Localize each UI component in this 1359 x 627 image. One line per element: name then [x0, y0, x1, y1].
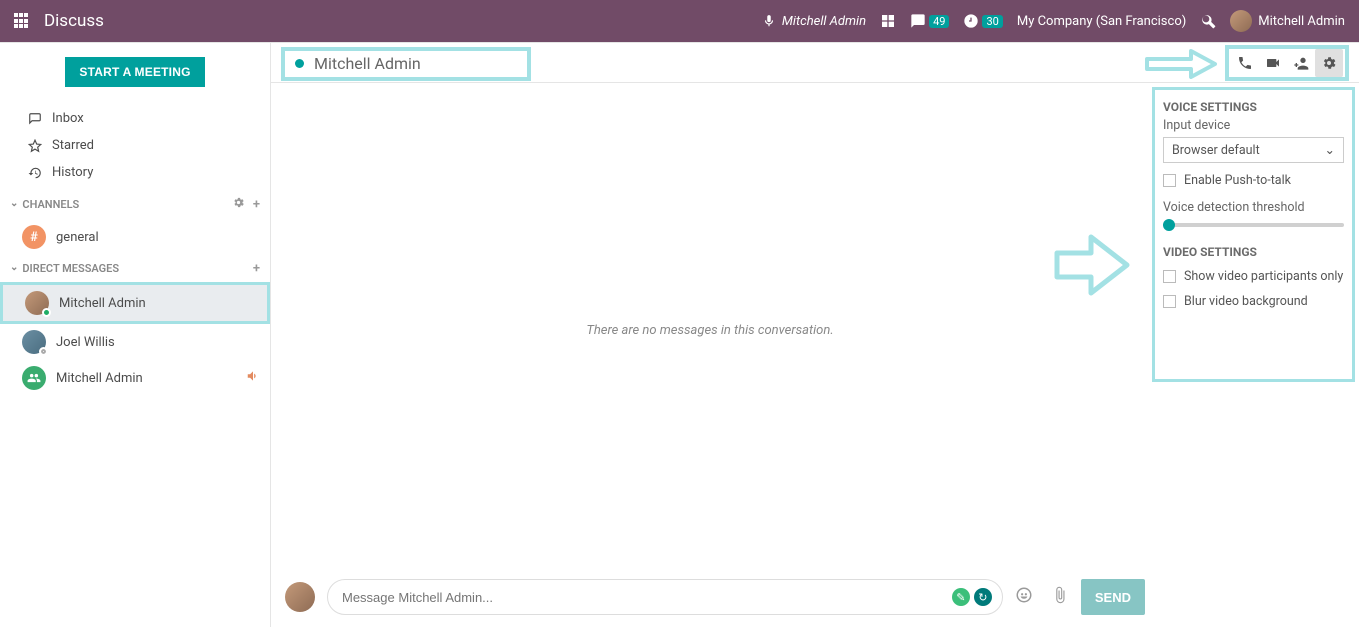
- star-icon: [28, 139, 42, 153]
- thread-body: There are no messages in this conversati…: [271, 83, 1359, 567]
- empty-conversation: There are no messages in this conversati…: [271, 323, 1149, 338]
- video-settings-header: VIDEO SETTINGS: [1163, 245, 1344, 259]
- chevron-down-icon: ⌄: [10, 262, 18, 273]
- page-title: Discuss: [44, 11, 104, 31]
- channel-general[interactable]: # general: [0, 219, 270, 255]
- nav-history[interactable]: History: [0, 159, 270, 186]
- avatar: [25, 291, 49, 315]
- avatar: [22, 330, 46, 354]
- attach-button[interactable]: [1051, 586, 1069, 608]
- history-icon: [28, 166, 42, 180]
- thread-actions: [1225, 45, 1349, 81]
- inbox-icon: [28, 112, 42, 126]
- company-switcher[interactable]: My Company (San Francisco): [1017, 14, 1186, 29]
- clock-badge: 30: [982, 15, 1002, 28]
- video-call-button[interactable]: [1259, 49, 1287, 77]
- clock-indicator[interactable]: 30: [963, 13, 1002, 29]
- nav-list: Inbox Starred History: [0, 101, 270, 190]
- chat-badge: 49: [929, 15, 949, 28]
- dm-header[interactable]: ⌄ DIRECT MESSAGES +: [0, 255, 270, 282]
- message-input[interactable]: [342, 580, 942, 614]
- grid-icon[interactable]: [880, 13, 896, 29]
- threshold-slider[interactable]: [1163, 223, 1344, 227]
- speaker-icon[interactable]: [246, 369, 260, 387]
- mic-user[interactable]: Mitchell Admin: [762, 14, 866, 29]
- thread-title: Mitchell Admin: [314, 54, 421, 73]
- dm-item-joel[interactable]: Joel Willis: [0, 324, 270, 360]
- thread-header: Mitchell Admin: [271, 43, 1359, 83]
- chevron-down-icon: ⌄: [10, 198, 18, 209]
- arrow-annotation: [1145, 49, 1219, 83]
- composer: ✎ ↻ SEND: [271, 567, 1359, 627]
- user-menu[interactable]: Mitchell Admin: [1230, 10, 1345, 32]
- thread-title-box: Mitchell Admin: [281, 47, 531, 81]
- add-channel-icon[interactable]: +: [253, 197, 260, 212]
- call-button[interactable]: [1231, 49, 1259, 77]
- hash-icon: #: [22, 225, 46, 249]
- composer-chip-2[interactable]: ↻: [974, 588, 992, 606]
- composer-chip-1[interactable]: ✎: [952, 588, 970, 606]
- input-device-select[interactable]: Browser default ⌄: [1163, 137, 1344, 163]
- settings-button[interactable]: [1315, 49, 1343, 77]
- add-member-button[interactable]: [1287, 49, 1315, 77]
- content: Mitchell Admin There are no messages in …: [271, 43, 1359, 627]
- push-to-talk-checkbox[interactable]: Enable Push-to-talk: [1163, 173, 1344, 188]
- chat-indicator[interactable]: 49: [910, 13, 949, 29]
- dm-item-mitchell-group[interactable]: Mitchell Admin: [0, 360, 270, 396]
- blur-background-checkbox[interactable]: Blur video background: [1163, 294, 1344, 309]
- input-device-label: Input device: [1163, 118, 1344, 133]
- chevron-down-icon: ⌄: [1325, 142, 1335, 158]
- avatar: [1230, 10, 1252, 32]
- mic-icon: [762, 14, 776, 28]
- group-icon: [22, 366, 46, 390]
- gear-icon[interactable]: [232, 196, 245, 213]
- send-button[interactable]: SEND: [1081, 579, 1145, 615]
- dm-item-mitchell-active[interactable]: Mitchell Admin: [3, 285, 267, 321]
- presence-dot: [295, 59, 304, 68]
- voice-settings-header: VOICE SETTINGS: [1163, 100, 1344, 114]
- threshold-label: Voice detection threshold: [1163, 200, 1344, 215]
- channels-header[interactable]: ⌄ CHANNELS +: [0, 190, 270, 219]
- nav-starred[interactable]: Starred: [0, 132, 270, 159]
- clock-icon: [963, 13, 979, 29]
- message-input-wrap: ✎ ↻: [327, 579, 1003, 615]
- topbar: Discuss Mitchell Admin 49 30 My Company …: [0, 0, 1359, 42]
- main: START A MEETING Inbox Starred History ⌄ …: [0, 42, 1359, 627]
- add-dm-icon[interactable]: +: [253, 261, 260, 276]
- start-meeting-button[interactable]: START A MEETING: [65, 57, 204, 87]
- emoji-button[interactable]: [1015, 586, 1033, 608]
- arrow-annotation-large: [1053, 233, 1133, 301]
- chat-icon: [910, 13, 926, 29]
- sidebar: START A MEETING Inbox Starred History ⌄ …: [0, 43, 271, 627]
- composer-avatar: [285, 582, 315, 612]
- nav-inbox[interactable]: Inbox: [0, 105, 270, 132]
- show-participants-checkbox[interactable]: Show video participants only: [1163, 269, 1344, 284]
- call-settings-panel: VOICE SETTINGS Input device Browser defa…: [1152, 87, 1355, 382]
- apps-icon[interactable]: [14, 13, 30, 29]
- tools-icon[interactable]: [1200, 13, 1216, 29]
